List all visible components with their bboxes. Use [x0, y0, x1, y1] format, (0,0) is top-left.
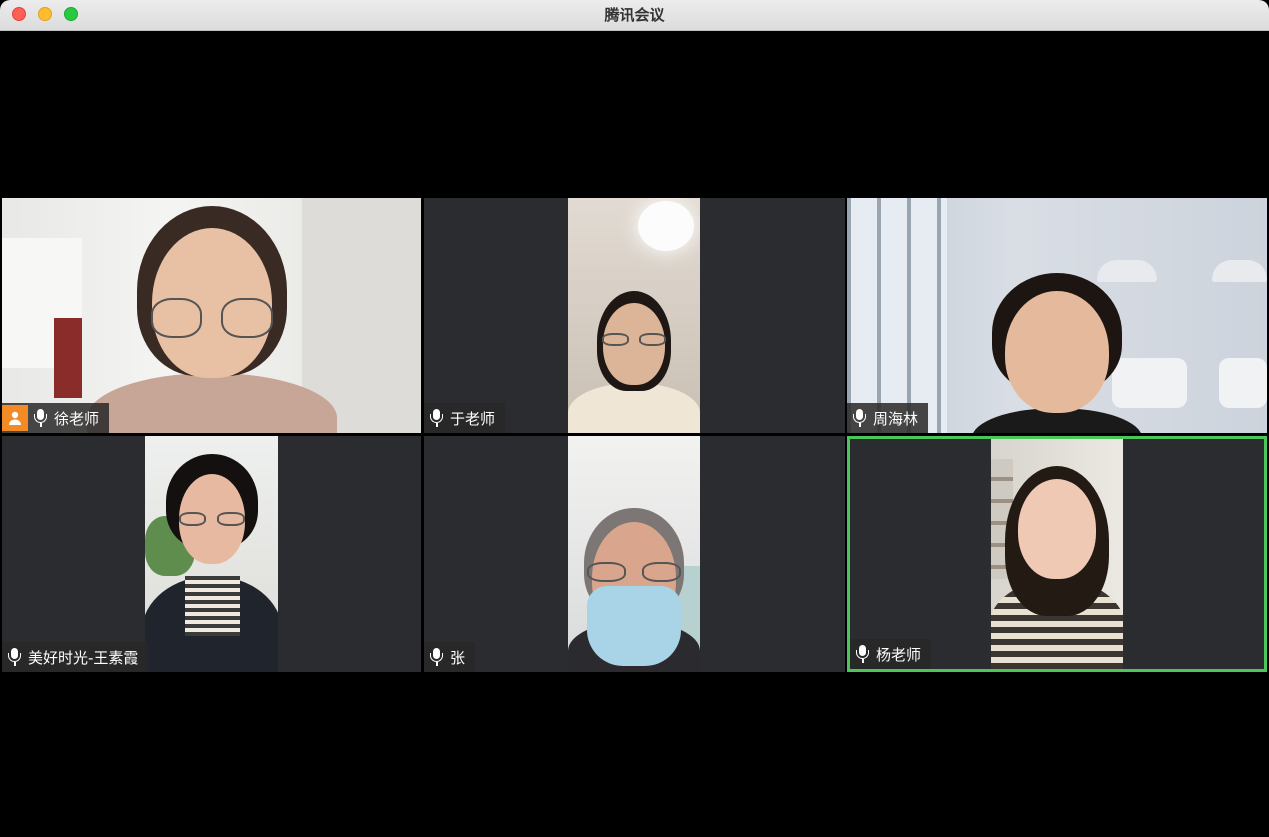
participant-tile-3[interactable]: 周海林 — [847, 198, 1267, 433]
participant-tile-1[interactable]: 徐老师 — [2, 198, 421, 433]
participant-name: 于老师 — [450, 409, 496, 428]
participant-name: 张 — [450, 648, 466, 667]
participant-name-tag: 美好时光-王素霞 — [2, 642, 149, 672]
participant-video — [847, 198, 1267, 433]
microphone-icon[interactable] — [430, 648, 443, 666]
participant-tile-6[interactable]: 杨老师 — [847, 436, 1267, 672]
participant-tile-2[interactable]: 于老师 — [424, 198, 845, 433]
participant-video — [2, 198, 421, 433]
participant-name: 周海林 — [873, 409, 919, 428]
window-title: 腾讯会议 — [604, 6, 665, 24]
participant-video — [568, 198, 700, 433]
participant-video — [991, 439, 1123, 669]
participant-name: 徐老师 — [54, 409, 100, 428]
video-grid: 徐老师 于老师 周海林 美好时光-王素霞 张 杨老师 — [0, 31, 1269, 837]
participant-video — [145, 436, 278, 672]
microphone-icon[interactable] — [34, 409, 47, 427]
participant-tile-4[interactable]: 美好时光-王素霞 — [2, 436, 421, 672]
microphone-icon[interactable] — [430, 409, 443, 427]
participant-video — [568, 436, 700, 672]
meeting-window: 腾讯会议 徐老师 于老师 周海林 美好时光-王素霞 张 杨老师 — [0, 0, 1269, 837]
microphone-icon[interactable] — [853, 409, 866, 427]
microphone-icon[interactable] — [856, 645, 869, 663]
title-bar: 腾讯会议 — [0, 0, 1269, 31]
participant-name-tag: 徐老师 — [2, 403, 110, 433]
person-icon — [2, 405, 28, 431]
participant-name-tag: 周海林 — [847, 403, 929, 433]
participant-name: 美好时光-王素霞 — [28, 648, 139, 667]
participant-name: 杨老师 — [876, 645, 922, 664]
participant-name-tag: 张 — [424, 642, 476, 672]
participant-tile-5[interactable]: 张 — [424, 436, 845, 672]
microphone-icon[interactable] — [8, 648, 21, 666]
participant-name-tag: 杨老师 — [850, 639, 932, 669]
participant-name-tag: 于老师 — [424, 403, 506, 433]
